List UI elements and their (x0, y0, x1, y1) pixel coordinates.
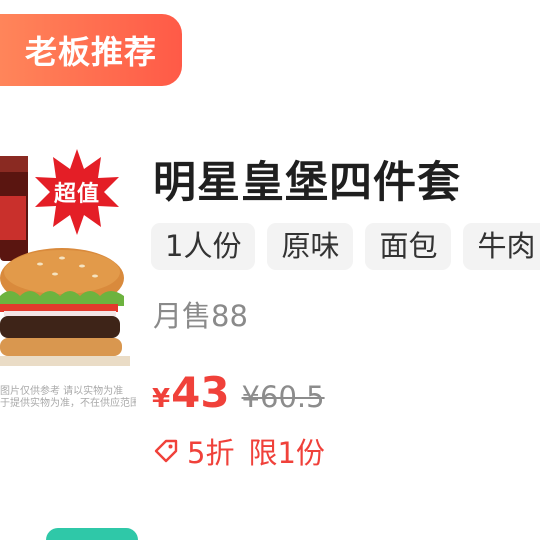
currency-symbol: ¥ (152, 384, 171, 414)
product-title[interactable]: 明星皇堡四件套 (153, 148, 461, 210)
discount-tag-icon (153, 438, 179, 464)
original-price: ¥60.5 (241, 380, 325, 414)
tag-beef: 牛肉 (463, 223, 540, 270)
product-card[interactable]: 老板推荐 图片仅供参考 请以实物为准 于提供实物为准，不在供应范围 超值 明星皇… (0, 0, 540, 540)
value-label: 超值 (53, 182, 100, 207)
tag-flavor: 原味 (267, 223, 354, 270)
image-note-line: 于提供实物为准，不在供应范围之内。 (0, 398, 136, 409)
tag-serving: 1人份 (151, 223, 256, 270)
purchase-limit: 限1份 (248, 436, 325, 470)
current-price: 43 (171, 368, 230, 417)
tag-bread: 面包 (365, 223, 452, 270)
boss-recommend-badge: 老板推荐 (0, 14, 182, 86)
monthly-sales: 月售88 (153, 299, 248, 333)
product-tags: 1人份 原味 面包 牛肉 (151, 223, 540, 270)
image-note-line: 图片仅供参考 请以实物为准 (0, 386, 124, 397)
price-row: ¥ 43 ¥60.5 (152, 368, 325, 417)
discount-row: 5折 限1份 (153, 430, 325, 472)
discount-text: 5折 (187, 436, 235, 470)
next-item-badge (46, 528, 138, 540)
